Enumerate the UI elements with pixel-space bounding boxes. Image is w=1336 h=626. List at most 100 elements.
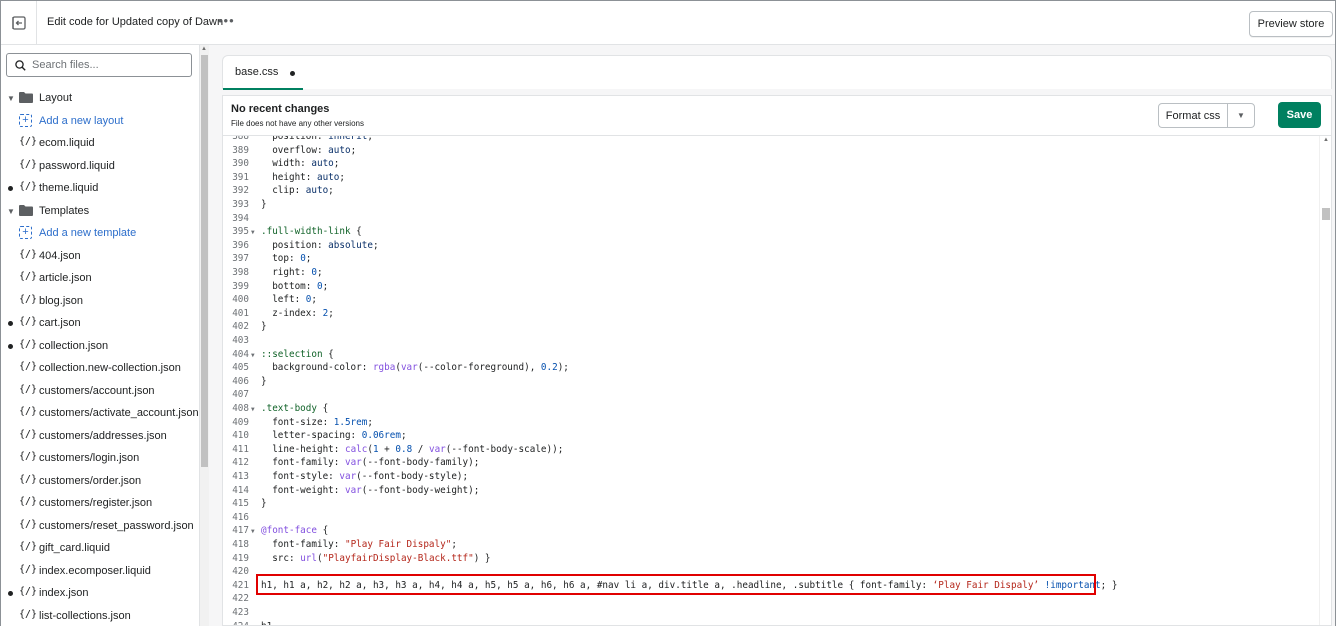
code-line[interactable]: 421 h1, h1 a, h2, h2 a, h3, h3 a, h4, h4 … <box>223 579 1319 593</box>
code-line[interactable]: 420 <box>223 565 1319 579</box>
editor-scroll-up-icon[interactable]: ▲ <box>1323 137 1329 143</box>
file-item[interactable]: {/} blog.json <box>1 290 197 313</box>
add-file-link[interactable]: + Add a new layout <box>1 110 197 133</box>
file-item[interactable]: {/} index.json <box>1 582 197 605</box>
file-label: customers/order.json <box>39 474 142 487</box>
code-line[interactable]: 403 <box>223 334 1319 348</box>
file-item[interactable]: {/} article.json <box>1 267 197 290</box>
file-label: blog.json <box>39 294 84 307</box>
code-line[interactable]: 398 right: 0; <box>223 266 1319 280</box>
code-line[interactable]: 422 <box>223 592 1319 606</box>
format-css-button[interactable]: Format css <box>1158 103 1228 128</box>
add-file-label[interactable]: Add a new template <box>39 227 136 239</box>
line-text: clip: auto; <box>261 185 334 197</box>
code-line[interactable]: 390 width: auto; <box>223 157 1319 171</box>
search-input[interactable] <box>32 59 182 71</box>
add-file-label[interactable]: Add a new layout <box>39 115 123 127</box>
code-file-icon: {/} <box>19 518 38 530</box>
code-line[interactable]: 388 position: inherit; <box>223 136 1319 144</box>
fold-toggle-icon[interactable]: ▼ <box>251 525 255 539</box>
code-line[interactable]: 416 <box>223 511 1319 525</box>
tab-base-css[interactable]: base.css <box>223 56 303 90</box>
file-item[interactable]: {/} customers/login.json <box>1 447 197 470</box>
file-item[interactable]: {/} collection.json <box>1 335 197 358</box>
format-options-dropdown[interactable]: ▼ <box>1227 103 1255 128</box>
code-line[interactable]: 423 <box>223 606 1319 620</box>
code-line[interactable]: 409 font-size: 1.5rem; <box>223 416 1319 430</box>
code-line[interactable]: 405 background-color: rgba(var(--color-f… <box>223 361 1319 375</box>
code-editor[interactable]: 388 position: inherit; 389 overflow: auto… <box>222 135 1332 626</box>
code-line[interactable]: 413 font-style: var(--font-body-style); <box>223 470 1319 484</box>
file-item[interactable]: {/} index.ecomposer.liquid <box>1 560 197 583</box>
code-line[interactable]: 406} <box>223 375 1319 389</box>
file-item[interactable]: {/} customers/reset_password.json <box>1 515 197 538</box>
caret-down-icon[interactable]: ▼ <box>7 207 15 216</box>
file-item[interactable]: {/} list-collections.json <box>1 605 197 626</box>
more-actions-button[interactable]: ••• <box>218 13 235 28</box>
code-line[interactable]: 418 font-family: "Play Fair Dispaly"; <box>223 538 1319 552</box>
code-line[interactable]: 392 clip: auto; <box>223 184 1319 198</box>
code-line[interactable]: 417 ▼ @font-face { <box>223 524 1319 538</box>
code-line[interactable]: 412 font-family: var(--font-body-family)… <box>223 456 1319 470</box>
code-line[interactable]: 410 letter-spacing: 0.06rem; <box>223 429 1319 443</box>
line-text: overflow: auto; <box>261 144 357 156</box>
code-line[interactable]: 391 height: auto; <box>223 171 1319 185</box>
code-line[interactable]: 424 h1, <box>223 620 1319 625</box>
code-line[interactable]: 402} <box>223 320 1319 334</box>
code-line[interactable]: 397 top: 0; <box>223 252 1319 266</box>
file-item[interactable]: {/} customers/account.json <box>1 380 197 403</box>
file-item[interactable]: {/} cart.json <box>1 312 197 335</box>
code-file-icon: {/} <box>19 608 38 620</box>
editor-scroll-thumb[interactable] <box>1322 208 1330 220</box>
line-text: background-color: rgba(var(--color-foreg… <box>261 362 569 374</box>
code-line[interactable]: 400 left: 0; <box>223 293 1319 307</box>
file-item[interactable]: {/} ecom.liquid <box>1 132 197 155</box>
code-line[interactable]: 407 <box>223 388 1319 402</box>
fold-toggle-icon[interactable]: ▼ <box>251 349 255 363</box>
editor-scrollbar[interactable]: ▲ <box>1319 136 1331 625</box>
file-item[interactable]: {/} customers/activate_account.json <box>1 402 199 425</box>
line-text: ::selection { <box>261 348 334 360</box>
file-item[interactable]: {/} gift_card.liquid <box>1 537 197 560</box>
sidebar-scroll-thumb[interactable] <box>201 55 208 467</box>
line-number: 417 <box>232 525 249 537</box>
file-item[interactable]: {/} password.liquid <box>1 155 197 178</box>
preview-store-button[interactable]: Preview store <box>1249 11 1333 37</box>
file-label: collection.new-collection.json <box>39 362 181 374</box>
code-line[interactable]: 404 ▼::selection { <box>223 348 1319 362</box>
search-box[interactable] <box>6 53 192 77</box>
file-item[interactable]: {/} 404.json <box>1 245 197 268</box>
file-item[interactable]: {/} customers/order.json <box>1 470 197 493</box>
code-line[interactable]: 394 <box>223 212 1319 226</box>
code-line[interactable]: 414 font-weight: var(--font-body-weight)… <box>223 484 1319 498</box>
modified-indicator-icon <box>8 186 13 191</box>
code-line[interactable]: 396 position: absolute; <box>223 239 1319 253</box>
file-item[interactable]: {/} theme.liquid <box>1 177 197 200</box>
code-line[interactable]: 401 z-index: 2; <box>223 307 1319 321</box>
file-label: article.json <box>39 272 92 284</box>
code-line[interactable]: 415} <box>223 497 1319 511</box>
line-text: } <box>261 199 267 210</box>
code-line[interactable]: 395 ▼ .full-width-link { <box>223 225 1319 239</box>
add-file-link[interactable]: + Add a new template <box>1 222 197 245</box>
caret-down-icon[interactable]: ▼ <box>7 94 15 103</box>
folder-templates[interactable]: ▼ Templates <box>1 200 197 223</box>
exit-editor-button[interactable] <box>1 1 37 45</box>
code-line[interactable]: 408 ▼ .text-body { <box>223 402 1319 416</box>
fold-toggle-icon[interactable]: ▼ <box>251 226 255 240</box>
folder-layout[interactable]: ▼ Layout <box>1 87 197 110</box>
scroll-up-arrow-icon[interactable]: ▲ <box>201 46 207 52</box>
code-line[interactable]: 411 line-height: calc(1 + 0.8 / var(--fo… <box>223 443 1319 457</box>
fold-toggle-icon[interactable]: ▼ <box>251 403 255 417</box>
file-item[interactable]: {/} customers/register.json <box>1 492 197 515</box>
code-line[interactable]: 399 bottom: 0; <box>223 280 1319 294</box>
file-item[interactable]: {/} collection.new-collection.json <box>1 357 197 380</box>
code-line[interactable]: 389 overflow: auto; <box>223 144 1319 158</box>
code-line[interactable]: 419 src: url("PlayfairDisplay-Black.ttf"… <box>223 552 1319 566</box>
file-item[interactable]: {/} customers/addresses.json <box>1 425 197 448</box>
save-button[interactable]: Save <box>1278 102 1321 128</box>
file-label: customers/reset_password.json <box>39 519 194 532</box>
sidebar-scrollbar[interactable]: ▲ <box>199 45 209 626</box>
code-file-icon: {/} <box>19 563 38 575</box>
code-line[interactable]: 393} <box>223 198 1319 212</box>
